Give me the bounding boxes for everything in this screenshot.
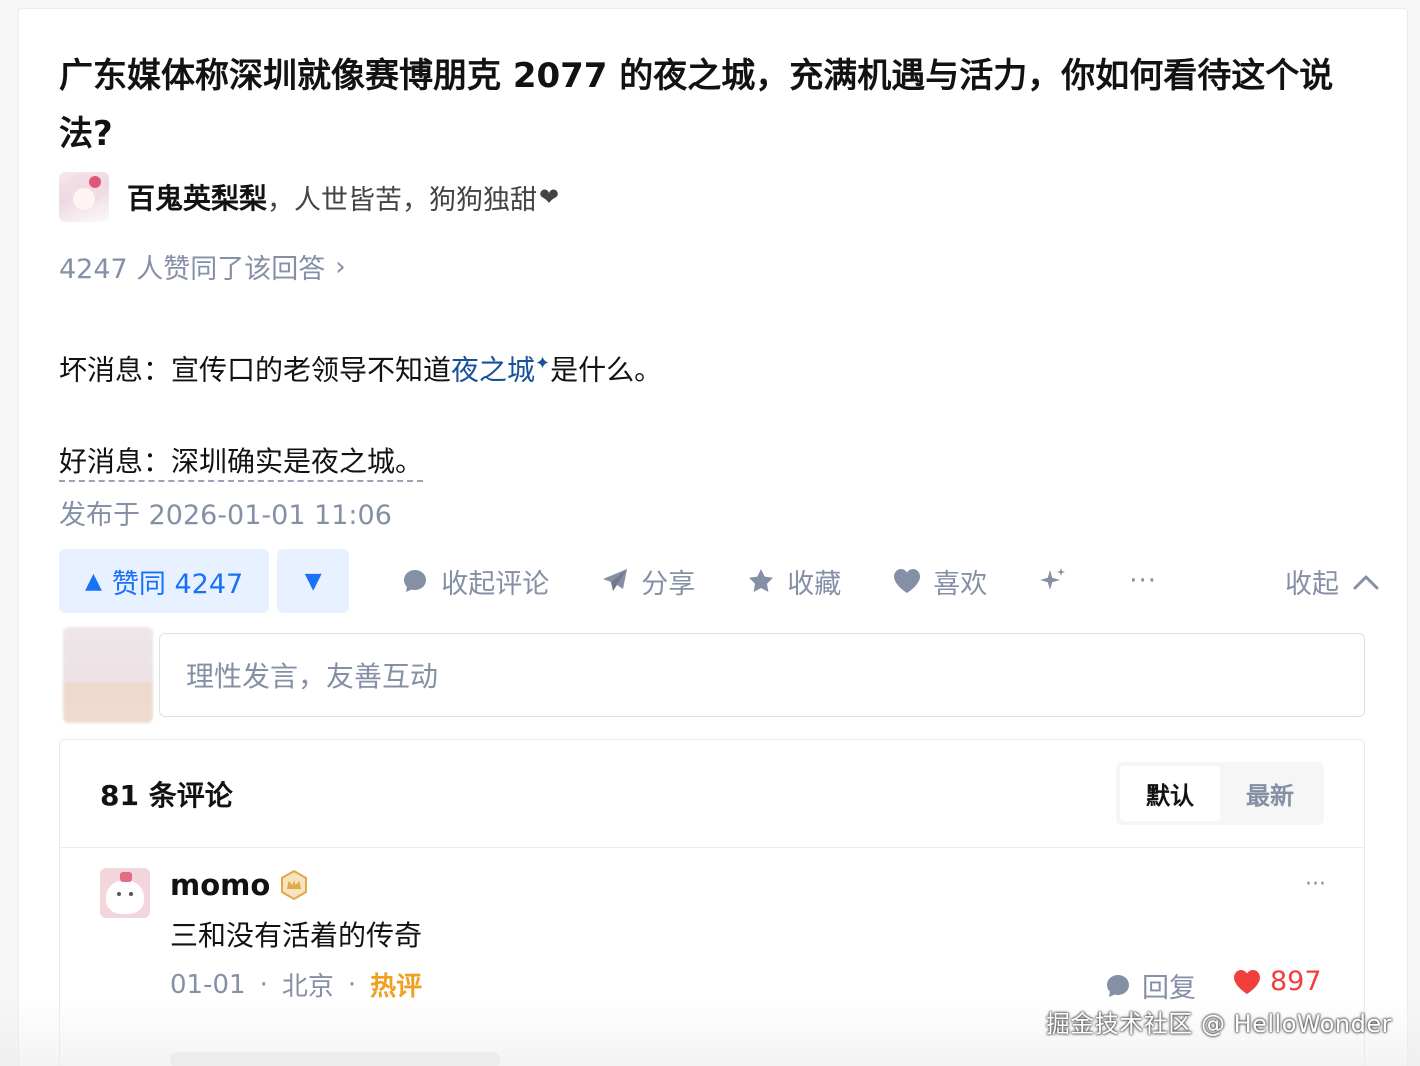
- content-line-2: 好消息：深圳确实是夜之城。: [59, 435, 662, 489]
- ai-sparkle-button[interactable]: [1037, 565, 1079, 597]
- author-avatar[interactable]: [59, 172, 109, 222]
- comment-bubble-icon: [399, 565, 431, 597]
- comments-sort-switch: 默认 最新: [1116, 762, 1324, 825]
- commenter-avatar[interactable]: [100, 868, 150, 918]
- comment-location: 北京: [281, 972, 334, 1002]
- keyword-link[interactable]: 夜之城: [451, 353, 535, 386]
- heart-filled-icon: [1232, 968, 1262, 996]
- star-icon: [745, 565, 777, 597]
- hot-comment-tag: 热评: [370, 972, 423, 1002]
- voters-text: 4247 人赞同了该回答: [59, 254, 326, 285]
- comments-count: 81 条评论: [100, 778, 233, 812]
- question-title[interactable]: 广东媒体称深圳就像赛博朋克 2077 的夜之城，充满机遇与活力，你如何看待这个说…: [59, 47, 1359, 163]
- author-name[interactable]: 百鬼英梨梨: [127, 177, 267, 217]
- like-label: 喜欢: [933, 568, 988, 600]
- toggle-comments-button[interactable]: 收起评论: [399, 562, 549, 601]
- avatar-bow: [120, 872, 132, 882]
- comment-more-icon[interactable]: ···: [1305, 872, 1326, 897]
- comments-header: 81 条评论 默认 最新: [60, 740, 1364, 848]
- triangle-up-icon: ▲: [85, 568, 102, 594]
- sort-default-tab[interactable]: 默认: [1120, 766, 1220, 821]
- publish-time: 发布于 2026-01-01 11:06: [59, 500, 392, 531]
- content-line-2-text[interactable]: 好消息：深圳确实是夜之城。: [59, 445, 424, 483]
- heart-emoji-icon: ❤: [539, 183, 560, 211]
- crown-badge-icon: [280, 870, 308, 900]
- comment-date: 01-01: [170, 969, 246, 1000]
- content-line-1-prefix: 坏消息：宣传口的老领导不知道: [59, 353, 452, 387]
- sparkle-mark-icon: ✦: [535, 353, 551, 374]
- comment-input-row: 理性发言，友善互动: [59, 625, 1369, 723]
- triangle-down-icon: ▼: [304, 568, 322, 594]
- sort-latest-tab[interactable]: 最新: [1220, 766, 1320, 821]
- more-dots-icon[interactable]: ···: [1129, 566, 1157, 596]
- toggle-comments-label: 收起评论: [441, 568, 550, 600]
- share-label: 分享: [641, 568, 696, 600]
- vote-up-label: 赞同 4247: [111, 568, 244, 600]
- comment-like-count: 897: [1270, 966, 1322, 997]
- sparkle-icon: [1037, 565, 1069, 597]
- avatar-face: [73, 188, 95, 210]
- avatar-flower: [89, 176, 101, 188]
- vote-up-button[interactable]: ▲ 赞同 4247: [59, 549, 270, 613]
- author-bio: ，人世皆苦，狗狗独甜: [267, 184, 538, 216]
- chevron-up-icon: [1353, 566, 1379, 597]
- vote-down-button[interactable]: ▼: [277, 549, 350, 613]
- meta-separator: ·: [259, 969, 268, 1000]
- comment-bubble-icon: [1104, 972, 1132, 1000]
- share-plane-icon: [599, 565, 631, 597]
- commenter-name-row: momo: [170, 868, 308, 902]
- answer-card: 广东媒体称深圳就像赛博朋克 2077 的夜之城，充满机遇与活力，你如何看待这个说…: [18, 8, 1408, 1066]
- comment-meta: 01-01 · 北京 · 热评: [170, 966, 422, 1003]
- collapse-label: 收起: [1285, 568, 1339, 600]
- heart-icon: [891, 565, 923, 597]
- action-bar: ▲ 赞同 4247 ▼ 收起评论 分享 收藏 喜欢 ··· 收起: [59, 549, 1379, 613]
- comment-text: 三和没有活着的传奇: [170, 919, 423, 952]
- comment-like-button[interactable]: 897: [1232, 966, 1322, 997]
- avatar-eye: [129, 892, 133, 896]
- collect-label: 收藏: [787, 568, 842, 600]
- content-line-1-suffix: 是什么。: [550, 353, 663, 387]
- content-line-1: 坏消息：宣传口的老领导不知道夜之城✦是什么。: [59, 337, 662, 397]
- watermark: 掘金技术社区 @ HelloWonder: [1045, 1010, 1392, 1038]
- collapse-answer-button[interactable]: 收起: [1285, 562, 1379, 601]
- author-row: 百鬼英梨梨 ，人世皆苦，狗狗独甜 ❤: [59, 169, 559, 225]
- avatar-blob: [106, 880, 144, 914]
- comment-input[interactable]: 理性发言，友善互动: [159, 633, 1365, 717]
- collect-button[interactable]: 收藏: [745, 562, 841, 601]
- voters-link[interactable]: 4247 人赞同了该回答 ›: [59, 247, 346, 286]
- like-button[interactable]: 喜欢: [891, 562, 987, 601]
- current-user-avatar: [63, 627, 153, 723]
- comment-input-placeholder: 理性发言，友善互动: [186, 660, 439, 693]
- share-button[interactable]: 分享: [599, 562, 695, 601]
- commenter-name[interactable]: momo: [170, 868, 270, 902]
- chevron-right-icon: ›: [335, 251, 346, 282]
- meta-separator: ·: [347, 969, 357, 1000]
- avatar-eye: [117, 892, 121, 896]
